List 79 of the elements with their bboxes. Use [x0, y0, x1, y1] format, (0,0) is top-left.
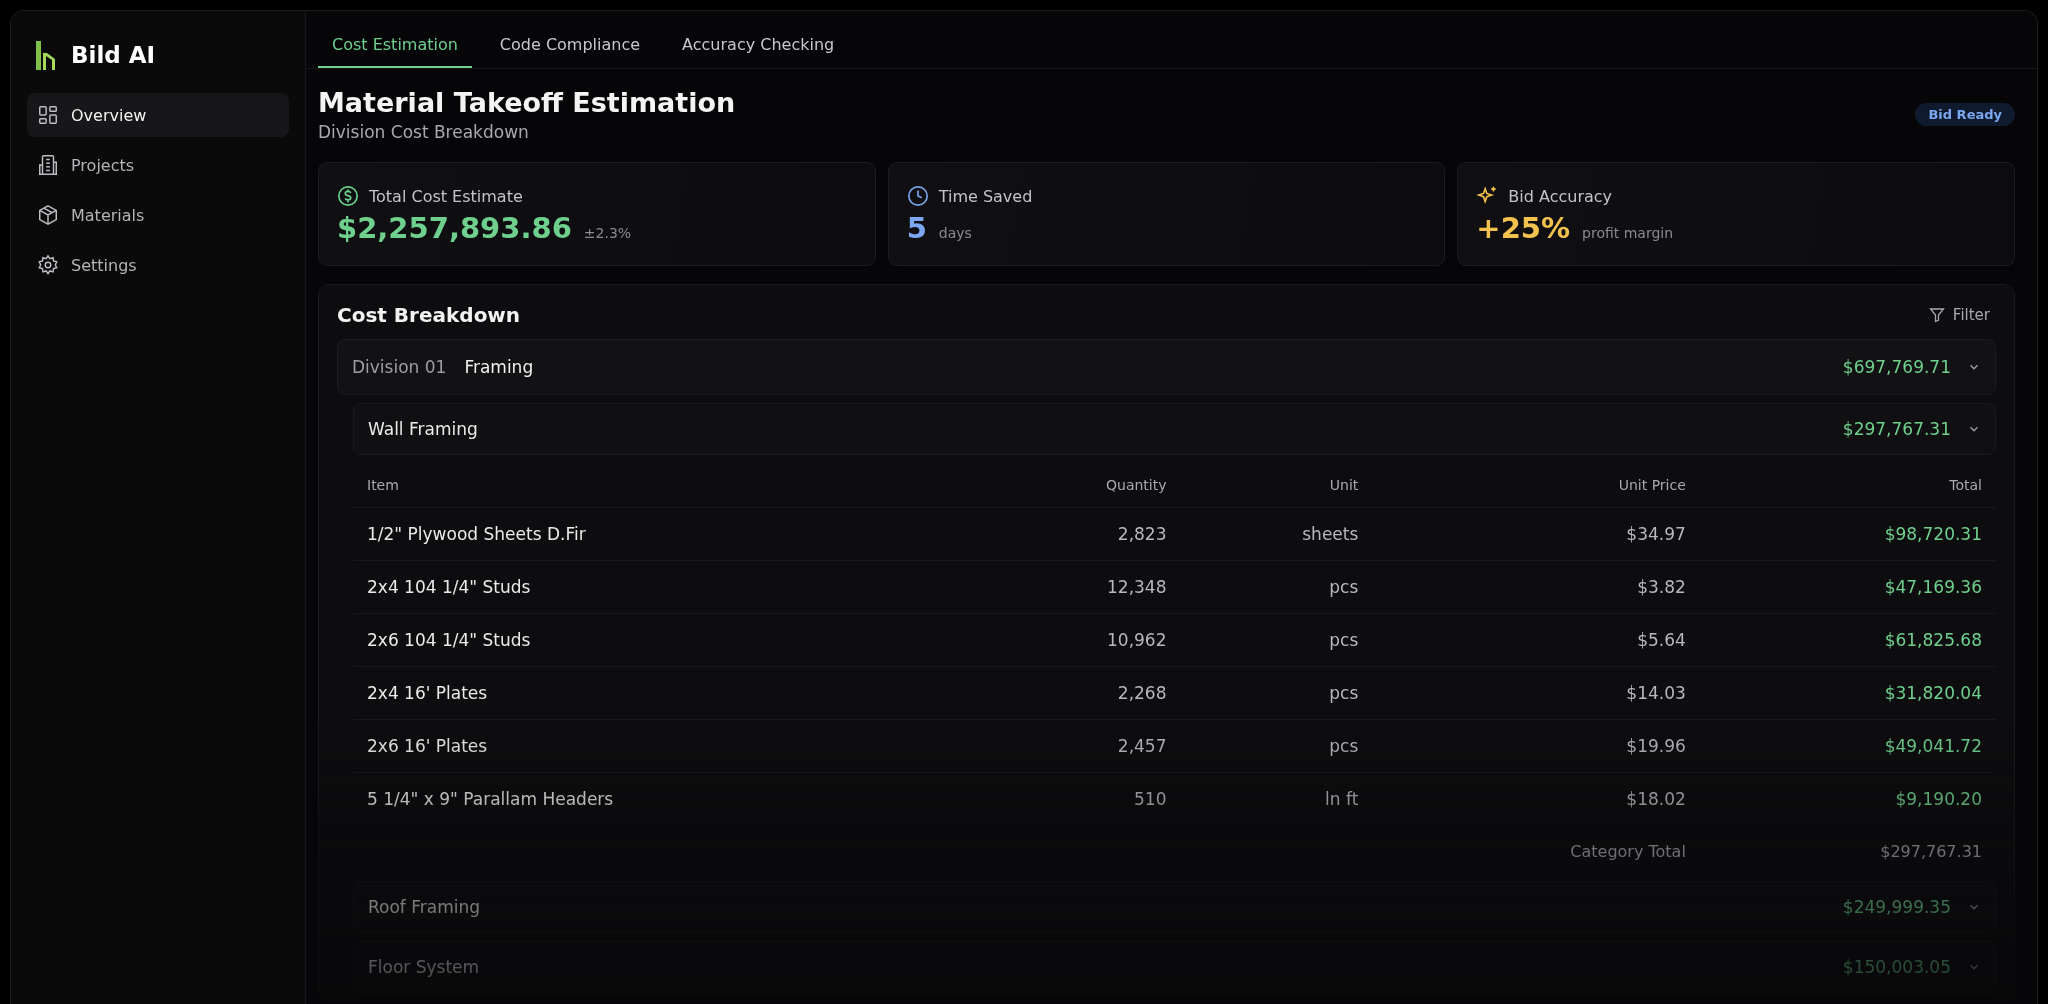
table-cell: $18.02: [1372, 772, 1700, 825]
stat-note: profit margin: [1582, 225, 1674, 241]
tab[interactable]: Accuracy Checking: [668, 35, 849, 68]
stat-label: Total Cost Estimate: [369, 186, 523, 206]
stat-value: $2,257,893.86: [337, 211, 572, 245]
stat-value: +25%: [1476, 211, 1571, 245]
table-cell: sheets: [1180, 507, 1373, 561]
filter-button[interactable]: Filter: [1922, 305, 1996, 325]
division-code: Division 01: [352, 357, 447, 377]
table-cell: 12,348: [978, 560, 1181, 614]
table-cell: pcs: [1180, 560, 1373, 614]
table-cell: $19.96: [1372, 719, 1700, 773]
building-icon: [37, 154, 59, 176]
table-cell: $5.64: [1372, 613, 1700, 667]
division-total: $697,769.71: [1842, 357, 1951, 377]
total-label: Category Total: [1569, 840, 1687, 863]
stat-label: Time Saved: [938, 186, 1033, 206]
division-name: Framing: [464, 357, 535, 377]
category-row[interactable]: Wall Framing $297,767.31: [353, 403, 1996, 455]
table-cell: 2,457: [978, 719, 1181, 773]
category-total: $249,999.35: [1842, 897, 1951, 917]
table-cell: 5 1/4" x 9" Parallam Headers: [353, 772, 979, 825]
brand-name: Bild AI: [71, 42, 156, 68]
status-badge: Bid Ready: [1915, 103, 2015, 126]
category-name: Wall Framing: [368, 419, 479, 439]
table-cell: 2x4 16' Plates: [353, 666, 979, 720]
panel-title: Cost Breakdown: [337, 303, 521, 327]
total-value: $297,767.31: [1879, 840, 1983, 863]
page-subtitle: Division Cost Breakdown: [318, 122, 530, 142]
stat-label: Bid Accuracy: [1508, 186, 1613, 206]
column-header: Unit: [1180, 463, 1373, 508]
column-header: Unit Price: [1372, 463, 1700, 508]
table-cell: 1/2" Plywood Sheets D.Fir: [353, 507, 979, 561]
table-cell: 2x4 104 1/4" Studs: [353, 560, 979, 614]
sidebar-item[interactable]: Projects: [27, 143, 289, 187]
page-title: Material Takeoff Estimation: [318, 87, 736, 118]
column-header: Item: [353, 463, 979, 508]
table-cell: pcs: [1180, 666, 1373, 720]
table-cell: pcs: [1180, 613, 1373, 667]
table-cell: $34.97: [1372, 507, 1700, 561]
column-header: Total: [1699, 463, 1996, 508]
dollar-icon: [337, 185, 359, 207]
category-total: $150,003.05: [1842, 957, 1951, 977]
table-cell: ln ft: [1180, 772, 1373, 825]
table-cell: $9,190.20: [1699, 772, 1996, 825]
logo-icon: [35, 39, 57, 71]
category-row[interactable]: Roof Framing $249,999.35: [353, 881, 1996, 933]
category-name: Roof Framing: [368, 897, 482, 917]
sidebar-item[interactable]: Materials: [27, 193, 289, 237]
tab[interactable]: Cost Estimation: [318, 35, 472, 68]
stat-note: days: [938, 225, 972, 241]
table-cell: 2x6 16' Plates: [353, 719, 979, 773]
grid-icon: [37, 104, 59, 126]
table-cell: $49,041.72: [1699, 719, 1996, 773]
filter-icon: [1928, 307, 1945, 323]
category-total: $297,767.31: [1842, 419, 1951, 439]
stat-value: 5: [906, 211, 927, 245]
sidebar-item[interactable]: Settings: [27, 243, 289, 287]
table-cell: 2x6 104 1/4" Studs: [353, 613, 979, 667]
tab[interactable]: Code Compliance: [485, 35, 655, 68]
table-cell: $61,825.68: [1699, 613, 1996, 667]
category-name: Floor System: [368, 957, 481, 977]
stat-note: ±2.3%: [583, 225, 632, 241]
table-cell: $14.03: [1372, 666, 1700, 720]
table-cell: pcs: [1180, 719, 1373, 773]
division-row[interactable]: Division 01 Framing $697,769.71: [337, 339, 1996, 395]
table-cell: 2,268: [978, 666, 1181, 720]
table-cell: $98,720.31: [1699, 507, 1996, 561]
settings-icon: [37, 254, 59, 276]
table-cell: $47,169.36: [1699, 560, 1996, 614]
box-icon: [37, 204, 59, 226]
clock-icon: [906, 185, 929, 207]
table-cell: $3.82: [1372, 560, 1700, 614]
table-cell: 10,962: [978, 613, 1181, 667]
sidebar-item[interactable]: Overview: [27, 93, 289, 137]
table-cell: 2,823: [978, 507, 1181, 561]
table-cell: $31,820.04: [1699, 666, 1996, 720]
column-header: Quantity: [978, 463, 1181, 508]
table-cell: 510: [978, 772, 1181, 825]
